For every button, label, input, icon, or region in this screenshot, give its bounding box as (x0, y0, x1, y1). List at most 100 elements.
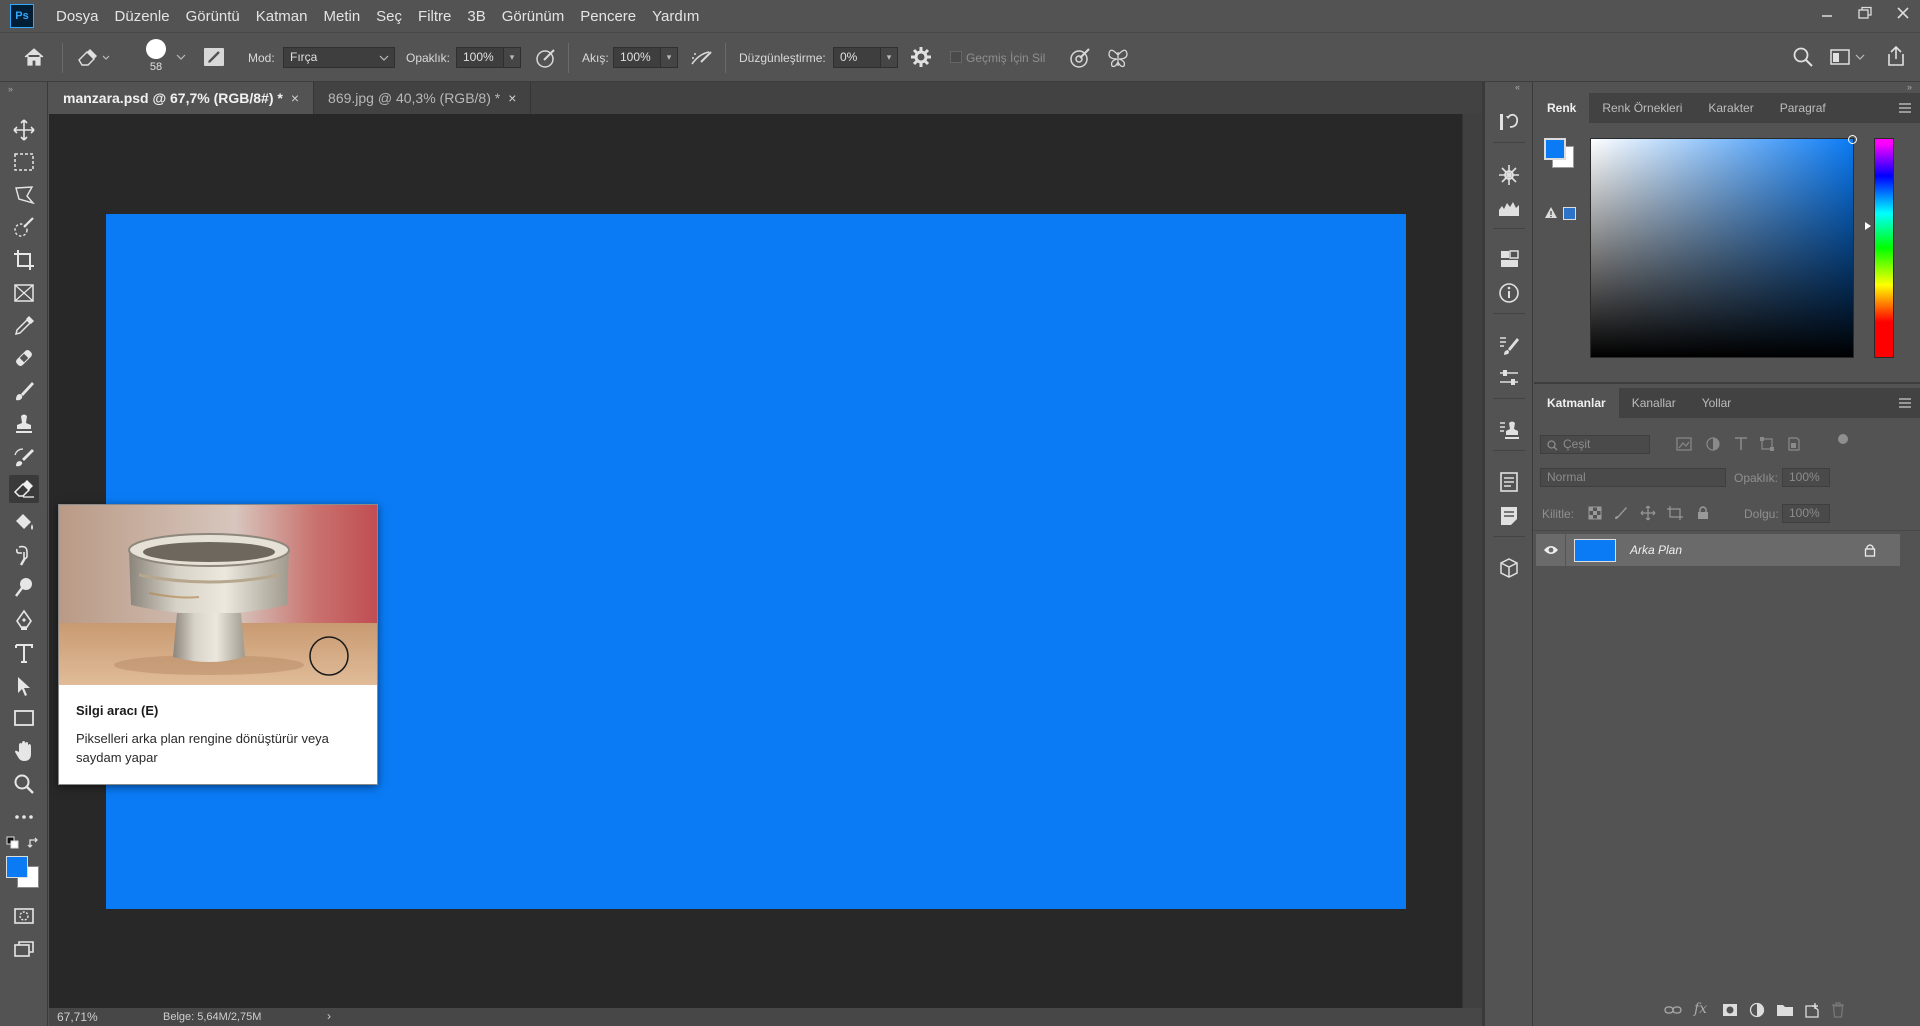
menu-dosya[interactable]: Dosya (56, 6, 99, 27)
brush-settings-icon[interactable] (202, 46, 226, 68)
info-icon[interactable] (1495, 279, 1523, 307)
lock-artboard-icon[interactable] (1667, 506, 1683, 520)
history-brush-tool-icon[interactable] (9, 443, 39, 471)
menu-pencere[interactable]: Pencere (580, 6, 636, 27)
opacity-pressure-icon[interactable] (534, 46, 558, 70)
pressure-size-icon[interactable] (1068, 46, 1092, 70)
brush-presets-icon[interactable] (1495, 331, 1523, 359)
move-tool-icon[interactable] (9, 116, 39, 144)
color-picker-field[interactable] (1590, 135, 1857, 358)
link-layers-icon[interactable] (1664, 1004, 1682, 1016)
color-field-marker[interactable] (1848, 135, 1857, 144)
filter-toggle-icon[interactable] (1838, 434, 1848, 444)
menu-yardim[interactable]: Yardım (652, 6, 699, 27)
lock-pixels-icon[interactable] (1614, 506, 1628, 520)
brush-settings-panel-icon[interactable] (1495, 364, 1523, 392)
opacity-input[interactable]: 100% (456, 47, 504, 68)
menu-duzenle[interactable]: Düzenle (115, 6, 170, 27)
lasso-tool-icon[interactable] (9, 181, 39, 209)
close-tab-icon[interactable]: × (508, 90, 516, 106)
mode-select[interactable]: Fırça (283, 47, 395, 68)
clone-stamp-tool-icon[interactable] (9, 410, 39, 438)
web-safe-color-swatch[interactable] (1563, 207, 1576, 220)
tab-renk-ornekleri[interactable]: Renk Örnekleri (1589, 93, 1695, 123)
gear-icon[interactable] (910, 46, 932, 68)
layer-filter-select[interactable]: Çeşit (1540, 435, 1650, 454)
zoom-level[interactable]: 67,71% (57, 1010, 98, 1024)
panel-foreground-swatch[interactable] (1544, 138, 1566, 160)
new-layer-icon[interactable] (1804, 1002, 1820, 1018)
more-tools-icon[interactable] (9, 803, 39, 831)
rectangle-tool-icon[interactable] (9, 704, 39, 732)
screen-mode-icon[interactable] (9, 935, 39, 963)
path-selection-tool-icon[interactable] (9, 672, 39, 700)
tab-paragraf[interactable]: Paragraf (1767, 93, 1839, 123)
layer-opacity-input[interactable]: 100% (1782, 468, 1830, 487)
paint-bucket-tool-icon[interactable] (9, 508, 39, 536)
filter-shape-icon[interactable] (1760, 437, 1774, 451)
crop-tool-icon[interactable] (9, 246, 39, 274)
restore-button[interactable] (1848, 0, 1882, 26)
marquee-tool-icon[interactable] (9, 148, 39, 176)
quick-mask-icon[interactable] (9, 902, 39, 930)
hand-tool-icon[interactable] (9, 737, 39, 765)
dodge-tool-icon[interactable] (9, 573, 39, 601)
blend-mode-select[interactable]: Normal (1540, 468, 1726, 487)
tab-renk[interactable]: Renk (1534, 93, 1590, 123)
healing-brush-tool-icon[interactable] (9, 344, 39, 372)
hue-slider-handle[interactable] (1865, 222, 1871, 230)
new-group-folder-icon[interactable] (1776, 1003, 1794, 1017)
close-tab-icon[interactable]: × (291, 90, 299, 106)
home-icon[interactable] (22, 46, 46, 68)
erase-history-checkbox[interactable] (950, 51, 962, 63)
menu-goruntu[interactable]: Görüntü (186, 6, 240, 27)
properties-icon[interactable] (1495, 468, 1523, 496)
history-panel-icon[interactable] (1495, 108, 1523, 136)
filter-pixel-icon[interactable] (1676, 437, 1692, 451)
zoom-tool-icon[interactable] (9, 770, 39, 798)
menu-katman[interactable]: Katman (256, 6, 308, 27)
smoothing-dropdown[interactable]: ▾ (880, 47, 898, 68)
minimize-button[interactable] (1810, 0, 1844, 26)
share-icon[interactable] (1885, 45, 1907, 67)
fill-input[interactable]: 100% (1782, 504, 1830, 523)
filter-smart-object-icon[interactable] (1786, 437, 1800, 451)
opacity-dropdown[interactable]: ▾ (503, 47, 521, 68)
layer-row[interactable]: Arka Plan (1536, 534, 1900, 566)
photoshop-logo-icon[interactable]: Ps (10, 4, 34, 28)
lock-transparent-icon[interactable] (1588, 506, 1602, 520)
flow-input[interactable]: 100% (613, 47, 661, 68)
collapse-toolbar-icon[interactable]: » (8, 84, 13, 94)
tab-manzara[interactable]: manzara.psd @ 67,7% (RGB/8#) * × (49, 82, 315, 114)
panel-menu-icon[interactable] (1898, 102, 1912, 114)
close-window-button[interactable] (1886, 0, 1920, 26)
lock-position-icon[interactable] (1640, 505, 1656, 521)
default-colors-icon[interactable] (6, 836, 20, 850)
panel-menu-icon[interactable] (1898, 397, 1912, 409)
eraser-tool-icon[interactable] (9, 475, 39, 503)
symmetry-butterfly-icon[interactable] (1106, 46, 1130, 70)
histogram-icon[interactable] (1495, 194, 1523, 222)
chevron-down-icon[interactable] (176, 53, 186, 61)
gamut-warning-icon[interactable] (1544, 206, 1558, 219)
vertical-scrollbar[interactable] (1462, 114, 1482, 1008)
menu-filtre[interactable]: Filtre (418, 6, 451, 27)
eyedropper-tool-icon[interactable] (9, 312, 39, 340)
type-tool-icon[interactable] (9, 639, 39, 667)
brush-tool-icon[interactable] (9, 377, 39, 405)
collapse-panels-icon[interactable]: » (1907, 82, 1912, 92)
menu-gorunum[interactable]: Görünüm (502, 6, 565, 27)
pen-tool-icon[interactable] (9, 606, 39, 634)
eraser-preset-icon[interactable] (76, 46, 110, 68)
adjustments-wheel-icon[interactable] (1495, 161, 1523, 189)
trash-icon[interactable] (1831, 1002, 1845, 1018)
brush-size-picker[interactable]: 58 (143, 39, 169, 73)
status-menu-arrow[interactable]: › (327, 1009, 331, 1023)
tab-869[interactable]: 869.jpg @ 40,3% (RGB/8) * × (314, 82, 532, 114)
3d-cube-icon[interactable] (1495, 554, 1523, 582)
lock-all-icon[interactable] (1696, 505, 1710, 520)
fx-icon[interactable]: fx (1694, 1001, 1707, 1017)
frame-tool-icon[interactable] (9, 279, 39, 307)
smoothing-input[interactable]: 0% (833, 47, 881, 68)
add-mask-icon[interactable] (1722, 1003, 1738, 1017)
